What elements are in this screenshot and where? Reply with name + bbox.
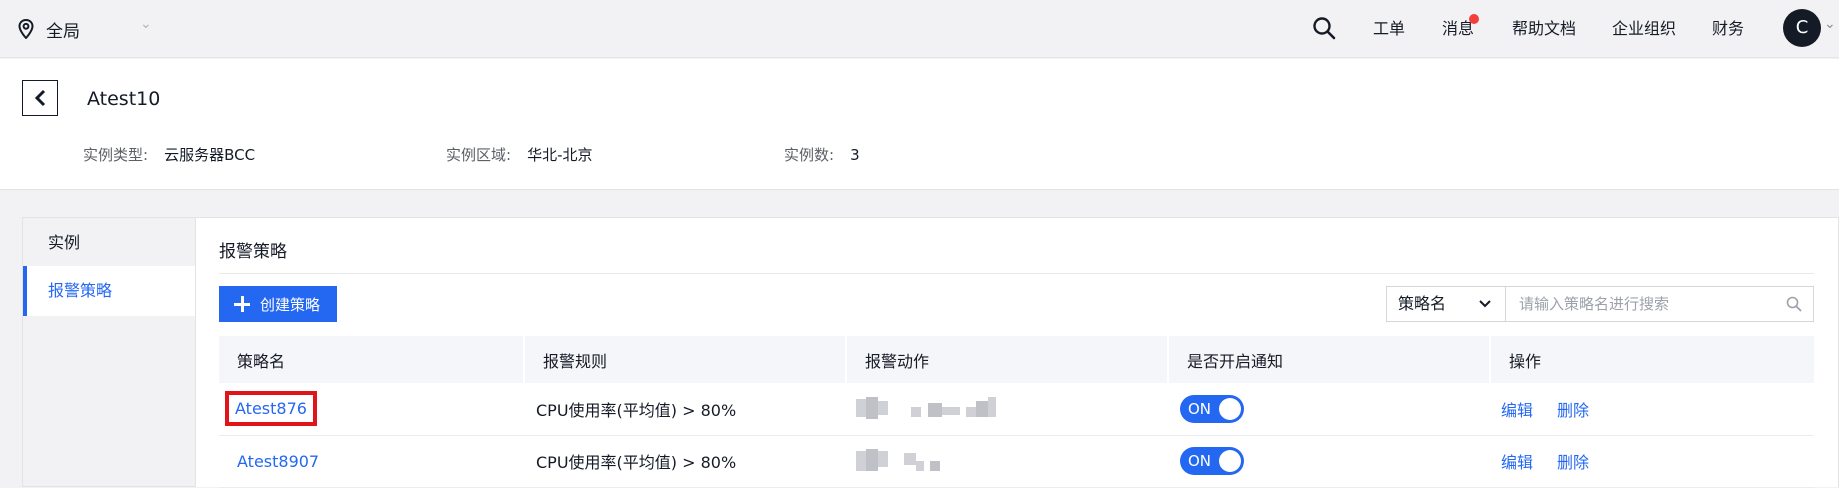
edit-link[interactable]: 编辑 [1501,453,1533,472]
redacted-action [856,449,956,473]
column-header-policy-name[interactable]: 策略名 [219,336,525,383]
alarm-action-cell [846,435,1168,488]
nav-help-docs[interactable]: 帮助文档 [1512,14,1576,44]
search-field-value: 策略名 [1398,294,1447,313]
meta-key: 实例类型: [83,146,149,164]
notify-cell: ON [1168,383,1490,436]
divider [219,273,1814,274]
avatar[interactable]: C [1783,9,1821,47]
operations-cell: 编辑 删除 [1490,435,1814,488]
notify-toggle[interactable]: ON [1180,447,1244,475]
meta-key: 实例区域: [446,146,512,164]
delete-link[interactable]: 删除 [1557,401,1589,420]
toggle-label: ON [1188,452,1212,470]
instance-header: Atest10 实例类型: 云服务器BCC 实例区域: 华北-北京 实例数: 3 [0,59,1839,190]
column-header-operations[interactable]: 操作 [1490,336,1814,383]
highlight-box: Atest876 [225,391,317,427]
sidebar-item-alarm-policy[interactable]: 报警策略 [23,266,196,316]
page-title: Atest10 [87,88,161,110]
create-policy-label: 创建策略 [260,295,321,314]
alarm-rule-cell: CPU使用率(平均值) > 80% [524,435,846,488]
policy-table: 策略名 报警规则 报警动作 是否开启通知 操作 Atest876 CPU使用率(… [219,336,1814,488]
column-header-alarm-action[interactable]: 报警动作 [846,336,1169,383]
alarm-action-cell [846,383,1168,436]
alarm-policy-panel: 报警策略 创建策略 策略名 策略名 报警规则 报警动作 是否开启通知 操作 [195,217,1839,488]
meta-instance-type: 实例类型: 云服务器BCC [83,144,255,165]
toggle-knob [1219,397,1241,420]
alarm-rule-cell: CPU使用率(平均值) > 80% [524,383,846,436]
sidebar-item-instances[interactable]: 实例 [23,218,196,268]
top-nav: 工单 消息 帮助文档 企业组织 财务 [0,14,1839,44]
meta-instance-count: 实例数: 3 [784,144,860,165]
meta-value: 华北-北京 [527,146,593,164]
unread-badge [1469,14,1479,24]
top-navigation-bar: 全局 ⌄ 工单 消息 帮助文档 企业组织 财务 C ⌄ [0,0,1839,58]
plus-icon [234,296,250,312]
back-button[interactable] [22,80,58,116]
toggle-label: ON [1188,399,1212,418]
meta-instance-region: 实例区域: 华北-北京 [446,144,592,165]
section-title: 报警策略 [219,242,287,262]
notify-toggle[interactable]: ON [1180,394,1244,423]
operations-cell: 编辑 删除 [1490,383,1814,436]
policy-name-link[interactable]: Atest8907 [237,452,319,471]
nav-ticket[interactable]: 工单 [1373,14,1405,44]
chevron-down-icon [1479,300,1491,308]
column-header-notify[interactable]: 是否开启通知 [1168,336,1491,383]
edit-link[interactable]: 编辑 [1501,401,1533,420]
redacted-action [856,396,1006,421]
search-field-select[interactable]: 策略名 [1386,286,1506,322]
meta-value: 3 [850,146,860,164]
search-input[interactable] [1505,286,1814,322]
notify-cell: ON [1168,435,1490,488]
create-policy-button[interactable]: 创建策略 [219,286,337,322]
nav-finance[interactable]: 财务 [1712,14,1744,44]
side-menu: 实例 报警策略 [22,217,196,487]
search-icon[interactable] [1786,296,1802,312]
table-row: Atest876 CPU使用率(平均值) > 80% ON 编辑 删除 [219,383,1814,436]
policy-name-link[interactable]: Atest876 [235,399,307,418]
toggle-knob [1219,450,1241,472]
policy-name-cell: Atest8907 [219,435,524,488]
chevron-left-icon [34,89,46,107]
delete-link[interactable]: 删除 [1557,453,1589,472]
meta-key: 实例数: [784,146,835,164]
table-row: Atest8907 CPU使用率(平均值) > 80% ON 编辑 删除 [219,435,1814,488]
column-header-alarm-rule[interactable]: 报警规则 [524,336,847,383]
policy-name-cell: Atest876 [219,383,524,436]
nav-organization[interactable]: 企业组织 [1612,14,1676,44]
table-header-row: 策略名 报警规则 报警动作 是否开启通知 操作 [219,336,1814,383]
meta-value: 云服务器BCC [164,146,256,164]
chevron-down-icon[interactable]: ⌄ [1824,16,1836,32]
